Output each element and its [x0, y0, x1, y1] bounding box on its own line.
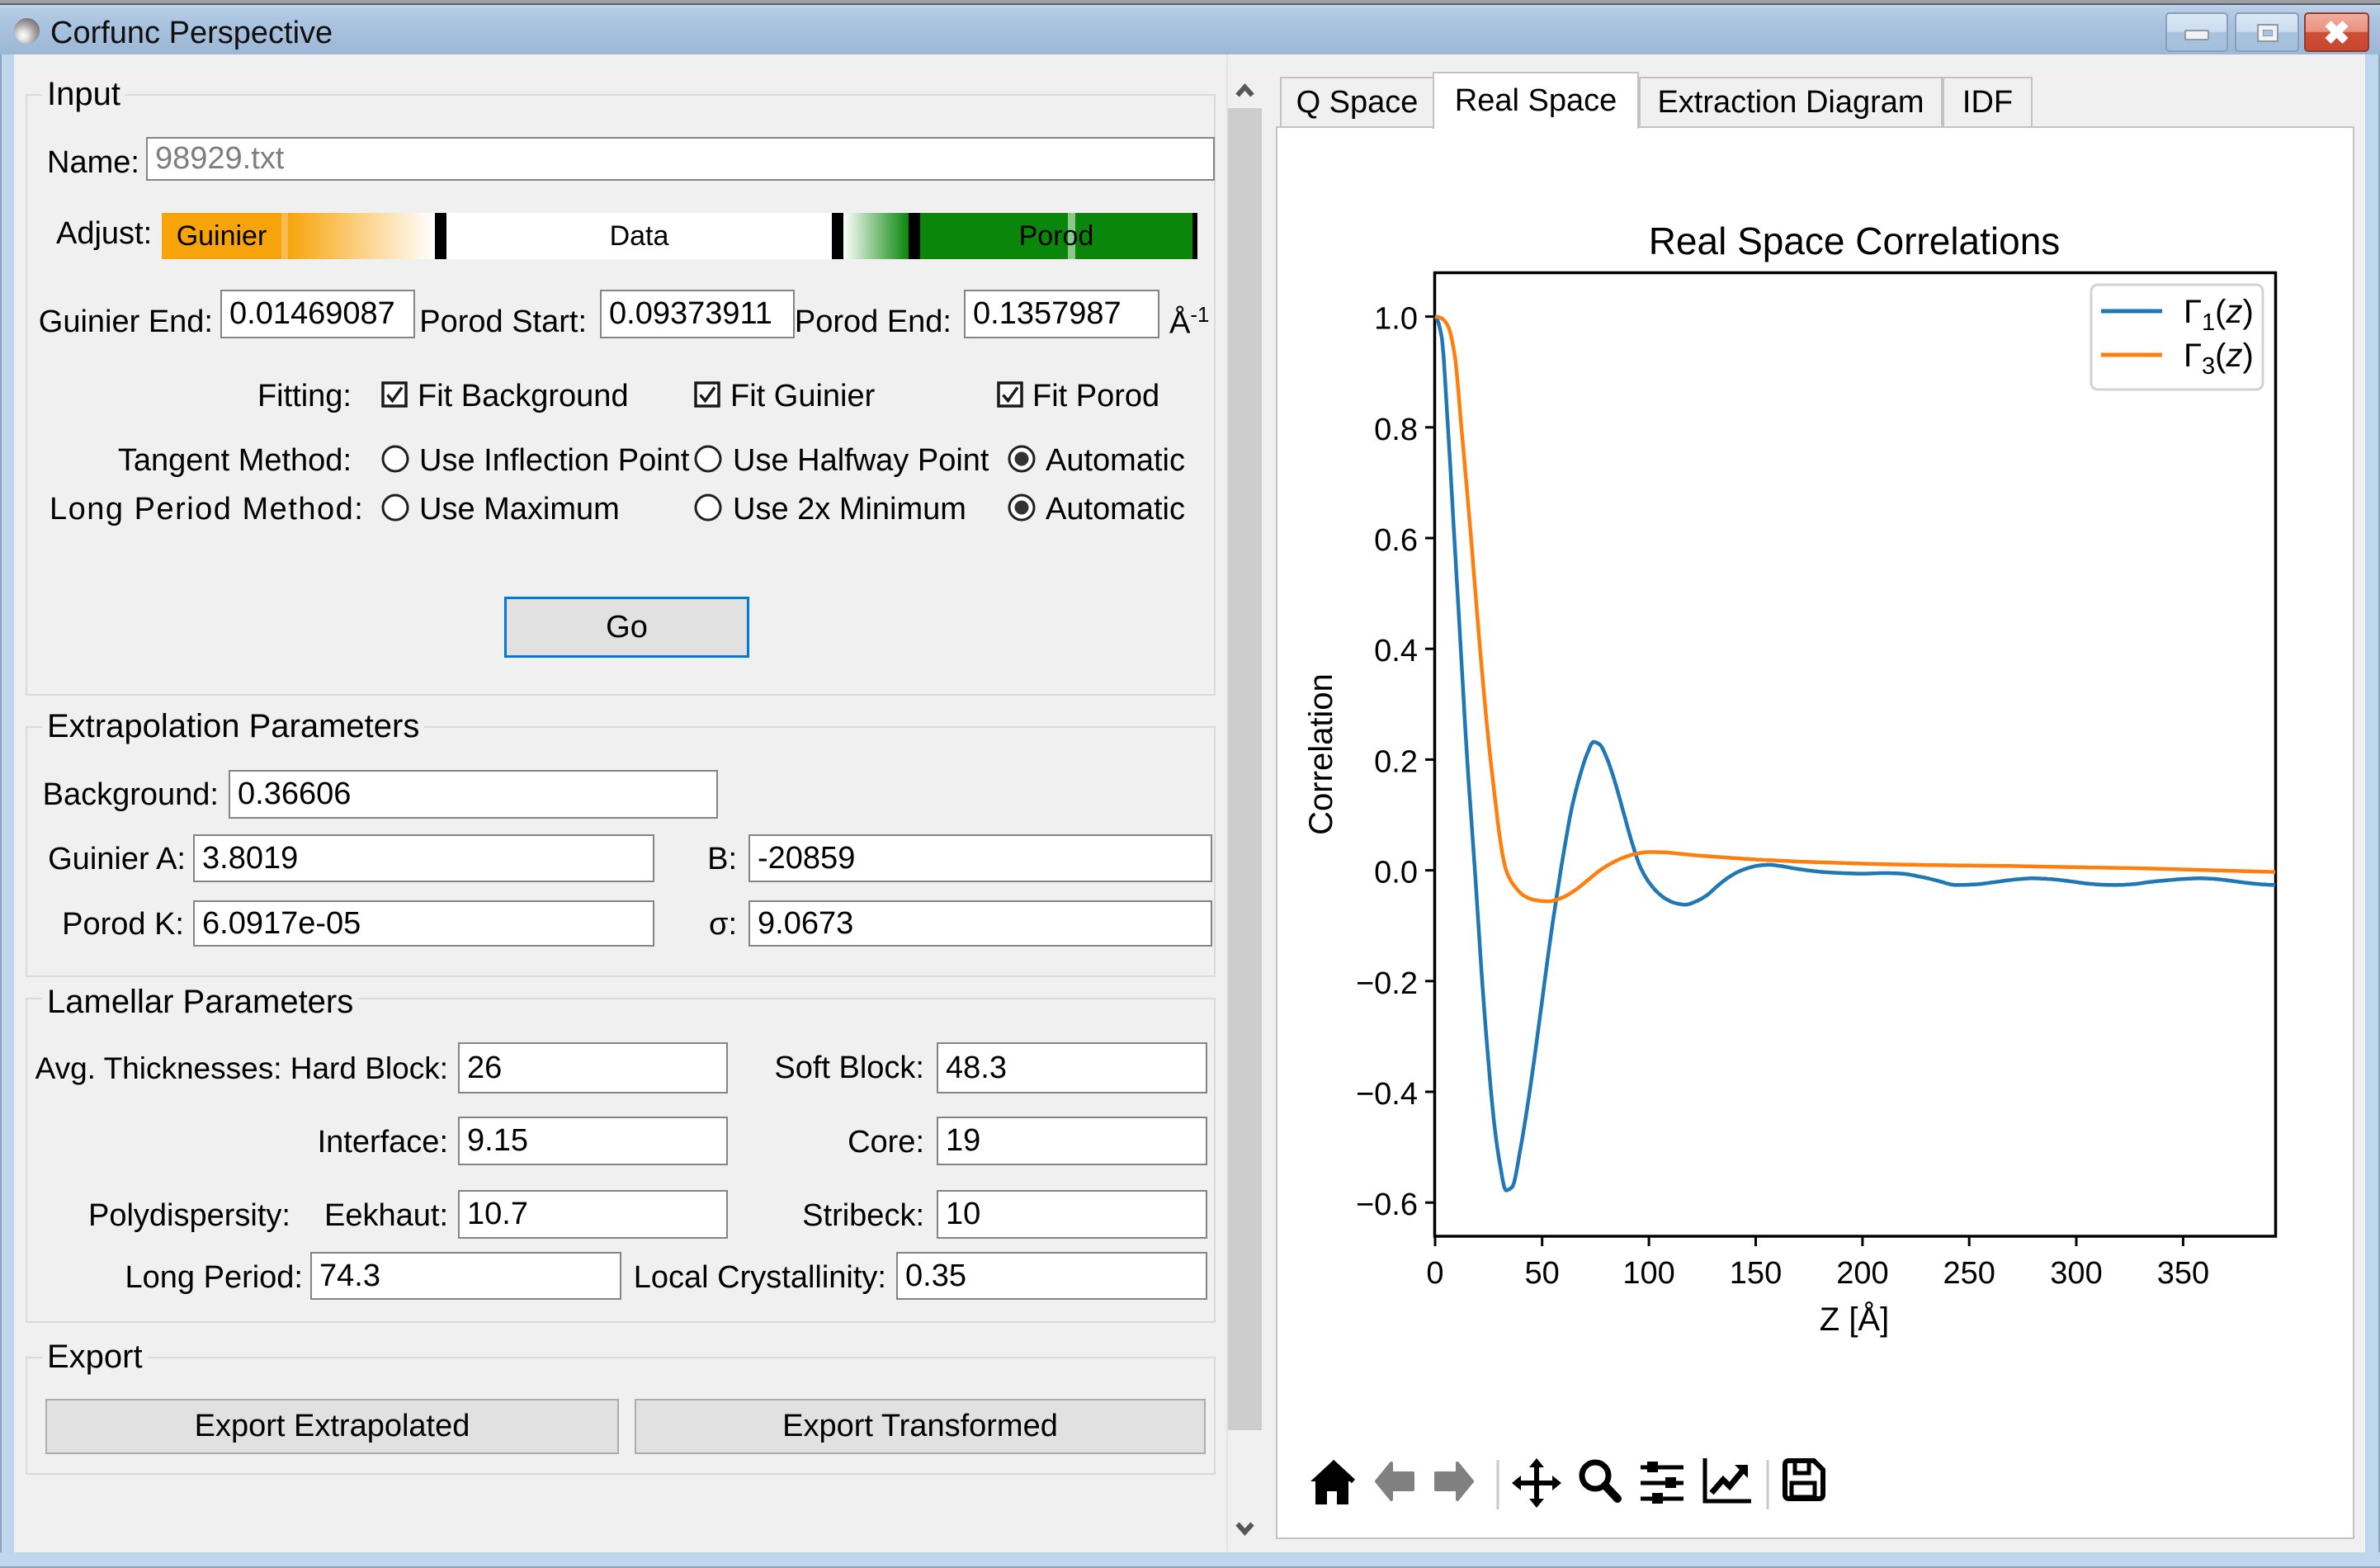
svg-text:0.4: 0.4 — [1374, 634, 1418, 668]
svg-text:Z [Å]: Z [Å] — [1820, 1301, 1889, 1338]
svg-text:1.0: 1.0 — [1374, 302, 1418, 337]
svg-text:350: 350 — [2157, 1256, 2209, 1291]
svg-text:100: 100 — [1622, 1256, 1674, 1291]
svg-text:Γ3(z): Γ3(z) — [2184, 338, 2254, 380]
svg-text:200: 200 — [1836, 1256, 1888, 1291]
svg-text:Real Space Correlations: Real Space Correlations — [1649, 220, 2061, 262]
svg-text:250: 250 — [1943, 1256, 1995, 1291]
svg-text:300: 300 — [2050, 1256, 2102, 1291]
svg-text:0.8: 0.8 — [1374, 413, 1418, 447]
svg-text:150: 150 — [1730, 1256, 1782, 1291]
svg-text:0.6: 0.6 — [1374, 523, 1418, 558]
svg-text:0: 0 — [1426, 1256, 1443, 1291]
svg-text:−0.4: −0.4 — [1356, 1077, 1418, 1112]
svg-text:−0.6: −0.6 — [1356, 1188, 1418, 1222]
svg-text:Γ1(z): Γ1(z) — [2184, 294, 2254, 336]
svg-text:−0.2: −0.2 — [1356, 966, 1418, 1001]
svg-text:Correlation: Correlation — [1303, 673, 1339, 835]
svg-text:0.0: 0.0 — [1374, 856, 1418, 890]
svg-text:0.2: 0.2 — [1374, 744, 1418, 779]
svg-text:50: 50 — [1525, 1256, 1560, 1291]
